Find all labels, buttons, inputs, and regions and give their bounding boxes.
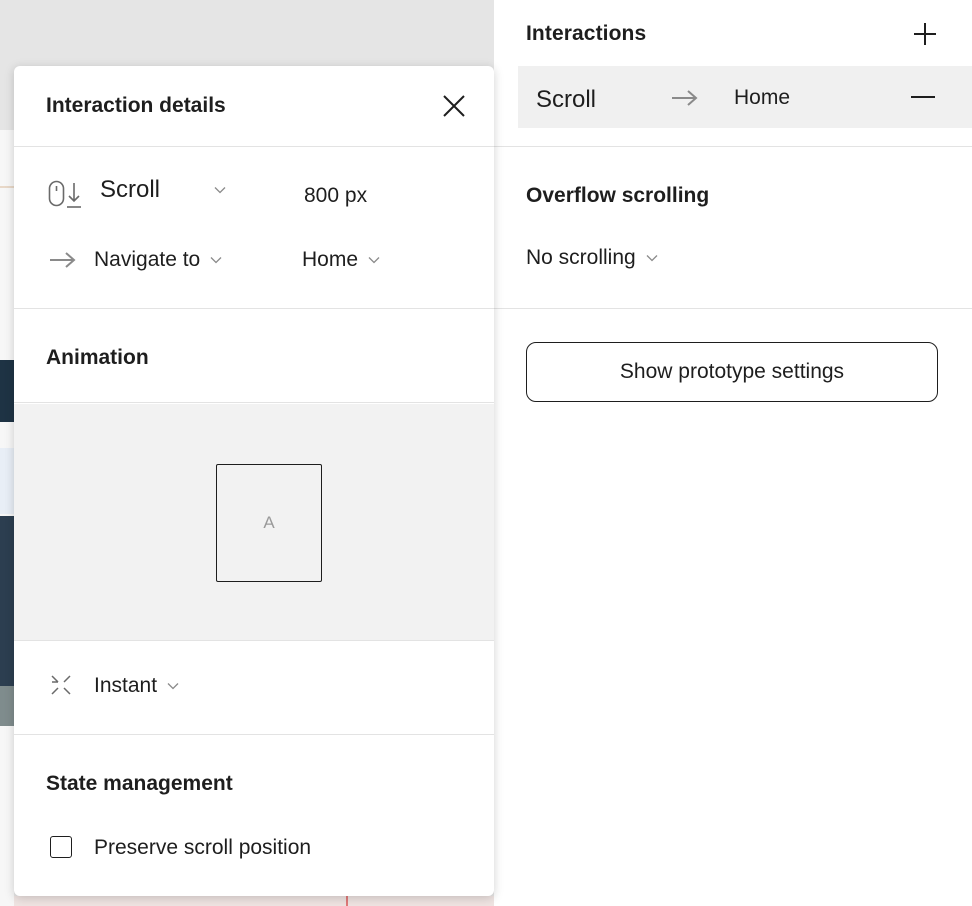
instant-transition-icon [50,674,72,696]
chevron-down-icon [214,187,226,194]
canvas-frame-edge [14,896,494,906]
destination-value: Home [302,248,359,271]
animation-preview-label: A [263,513,275,532]
scroll-distance-input[interactable]: 800 px [304,184,367,208]
trigger-value: Scroll [100,176,161,203]
add-interaction-button[interactable] [912,21,938,47]
divider [494,308,972,309]
divider [14,640,494,641]
canvas-frame-thumbnail [0,130,14,906]
divider [494,146,972,147]
animation-title: Animation [46,346,149,369]
animation-preview-frame: A [216,464,322,582]
chevron-down-icon [368,257,380,264]
show-prototype-settings-button[interactable]: Show prototype settings [526,342,938,402]
overflow-scrolling-select[interactable]: No scrolling [526,246,658,270]
transition-select[interactable]: Instant [94,674,179,698]
preserve-scroll-checkbox[interactable] [50,836,72,858]
interaction-details-popover: Interaction details Scroll 800 px Naviga… [14,66,494,896]
close-button[interactable] [440,92,468,120]
arrow-right-icon [670,88,700,108]
transition-value: Instant [94,674,158,697]
animation-preview: A [14,404,494,640]
scroll-distance-value: 800 [304,184,340,207]
close-icon [443,95,465,117]
trigger-select[interactable]: Scroll [100,176,226,204]
chevron-down-icon [210,257,222,264]
scroll-distance-unit: px [344,184,368,207]
interactions-header: Interactions [494,0,972,66]
preserve-scroll-label: Preserve scroll position [94,836,312,859]
mouse-scroll-icon [48,180,84,210]
chevron-down-icon [167,683,179,690]
remove-interaction-button[interactable] [910,84,936,110]
state-management-title: State management [46,772,233,795]
interaction-row[interactable]: Scroll Home [518,66,972,128]
destination-select[interactable]: Home [302,248,380,272]
overflow-scrolling-title: Overflow scrolling [526,184,710,207]
minus-icon [911,96,935,98]
interaction-destination: Home [734,86,791,109]
interaction-trigger: Scroll [536,86,597,113]
action-value: Navigate to [94,248,201,271]
divider [14,308,494,309]
arrow-right-icon [48,250,78,270]
action-select[interactable]: Navigate to [94,248,222,272]
overflow-scrolling-value: No scrolling [526,246,636,269]
plus-icon [914,23,936,45]
popover-title: Interaction details [46,94,226,117]
chevron-down-icon [646,255,658,262]
divider [14,734,494,735]
interactions-title: Interactions [526,22,647,45]
divider [14,402,494,403]
prototype-panel: Interactions Scroll Home Overflow scroll… [494,0,972,906]
divider [14,146,494,147]
